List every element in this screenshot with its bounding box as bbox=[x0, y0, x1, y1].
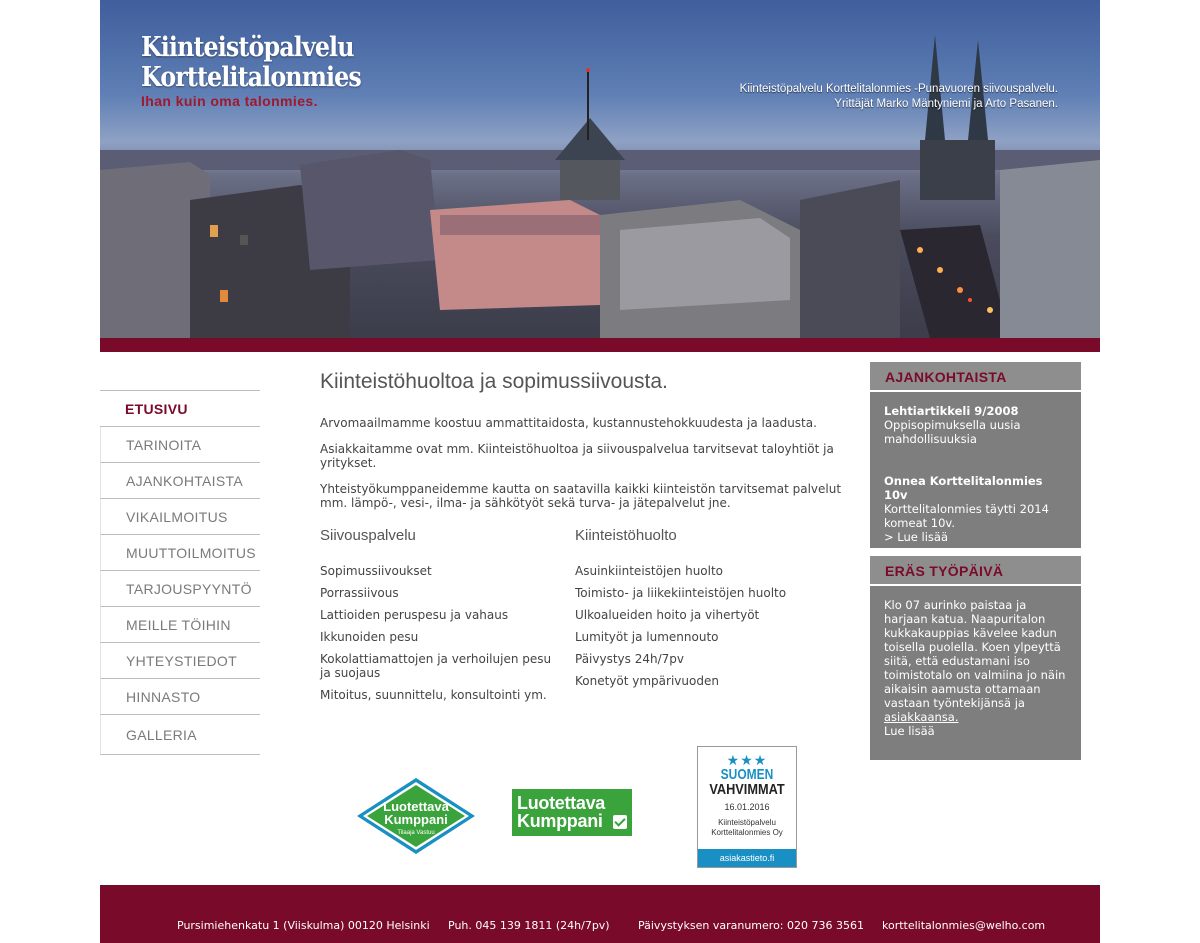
footer-phone: Puh. 045 139 1811 (24h/7pv) bbox=[448, 919, 610, 932]
brand-line-1: Kiinteistöpalvelu bbox=[141, 32, 354, 63]
brand-tagline: Ihan kuin oma talonmies. bbox=[141, 93, 318, 109]
cleaning-services: Siivouspalvelu Sopimussiivoukset Porrass… bbox=[320, 527, 560, 710]
news-item-title: Onnea Korttelitalonmies 10v bbox=[884, 474, 1043, 502]
list-item: Porrassiivous bbox=[320, 586, 399, 600]
badge2-line-2: Kumppani bbox=[517, 811, 603, 831]
footer-email-link[interactable]: korttelitalonmies@welho.com bbox=[882, 919, 1045, 932]
suomen-vahvimmat-certificate[interactable]: ★★★ SUOMEN VAHVIMMAT 16.01.2016 Kiinteis… bbox=[697, 746, 797, 868]
footer-address: Pursimiehenkatu 1 (Viiskulma) 00120 Hels… bbox=[177, 919, 430, 932]
certificate-company: Kiinteistöpalvelu Korttelitalonmies Oy bbox=[711, 818, 783, 837]
workday-box-title: ERÄS TYÖPÄIVÄ bbox=[870, 556, 1081, 586]
nav-item-tarjouspyynto[interactable]: TARJOUSPYYNTÖ bbox=[100, 571, 260, 607]
certificate-line-1: SUOMEN bbox=[720, 766, 774, 783]
checkmark-icon bbox=[613, 815, 627, 829]
read-more-link[interactable]: Lue lisää bbox=[884, 724, 1067, 738]
list-item: Lumityöt ja lumennouto bbox=[575, 630, 719, 644]
header-info-line-1: Kiinteistöpalvelu Korttelitalonmies -Pun… bbox=[739, 83, 1058, 95]
nav-item-vikailmoitus[interactable]: VIKAILMOITUS bbox=[100, 499, 260, 535]
badge1-line-3: Tilaaja Vastuu bbox=[397, 830, 434, 836]
nav-item-hinnasto[interactable]: HINNASTO bbox=[100, 679, 260, 715]
brand-line-2: Korttelitalonmies bbox=[141, 62, 362, 93]
nav-item-yhteystiedot[interactable]: YHTEYSTIEDOT bbox=[100, 643, 260, 679]
maintenance-services: Kiinteistöhuolto Asuinkiinteistöjen huol… bbox=[575, 527, 815, 696]
nav-item-muuttoilmoitus[interactable]: MUUTTOILMOITUS bbox=[100, 535, 260, 571]
header-info: Kiinteistöpalvelu Korttelitalonmies -Pun… bbox=[740, 82, 1058, 112]
list-item: Ikkunoiden pesu bbox=[320, 630, 419, 644]
asiakastieto-footer: asiakastieto.fi bbox=[698, 849, 796, 867]
header-info-line-2: Yrittäjät Marko Mäntyniemi ja Arto Pasan… bbox=[834, 98, 1058, 110]
news-item[interactable]: Onnea Korttelitalonmies 10v Korttelitalo… bbox=[884, 474, 1067, 544]
footer: Pursimiehenkatu 1 (Viiskulma) 00120 Hels… bbox=[100, 885, 1100, 943]
luotettava-kumppani-badge[interactable]: Luotettava Kumppani bbox=[512, 789, 632, 836]
footer-duty-number: Päivystyksen varanumero: 020 736 3561 bbox=[638, 919, 864, 932]
luotettava-kumppani-tilaajavastuu-badge[interactable]: Luotettava Kumppani Tilaaja Vastuu bbox=[355, 776, 477, 856]
certificate-line-2: VAHVIMMAT bbox=[709, 781, 785, 798]
list-item: Mitoitus, suunnittelu, konsultointi ym. bbox=[320, 688, 547, 702]
brand-logo[interactable]: Kiinteistöpalvelu Korttelitalonmies Ihan… bbox=[141, 32, 391, 110]
badge1-line-2: Kumppani bbox=[384, 812, 448, 827]
list-item: Sopimussiivoukset bbox=[320, 564, 432, 578]
news-item-text: Oppisopimuksella uusia mahdollisuuksia bbox=[884, 418, 1021, 446]
list-item: Asuinkiinteistöjen huolto bbox=[575, 564, 724, 578]
header-banner: Kiinteistöpalvelu Korttelitalonmies Ihan… bbox=[100, 0, 1100, 338]
page: Kiinteistöpalvelu Korttelitalonmies Ihan… bbox=[100, 0, 1100, 943]
workday-text: Klo 07 aurinko paistaa ja harjaan katua.… bbox=[884, 598, 1066, 710]
nav-item-etusivu[interactable]: ETUSIVU bbox=[100, 391, 260, 427]
news-box-title: AJANKOHTAISTA bbox=[870, 362, 1081, 392]
news-item[interactable]: Lehtiartikkeli 9/2008 Oppisopimuksella u… bbox=[884, 404, 1067, 446]
main-nav: ETUSIVU TARINOITA AJANKOHTAISTA VIKAILMO… bbox=[100, 390, 260, 755]
list-item: Lattioiden peruspesu ja vahaus bbox=[320, 608, 509, 622]
intro-paragraph-2: Asiakkaitamme ovat mm. Kiinteistöhuoltoa… bbox=[320, 442, 834, 470]
nav-item-tarinoita[interactable]: TARINOITA bbox=[100, 427, 260, 463]
maintenance-services-heading: Kiinteistöhuolto bbox=[575, 527, 677, 544]
list-item: Toimisto- ja liikekiinteistöjen huolto bbox=[575, 586, 787, 600]
news-item-text: Korttelitalonmies täytti 2014 komeat 10v… bbox=[884, 502, 1049, 530]
cleaning-services-heading: Siivouspalvelu bbox=[320, 527, 416, 544]
nav-item-galleria[interactable]: GALLERIA bbox=[100, 715, 260, 755]
stars-icon: ★★★ bbox=[726, 752, 768, 768]
main-content: Kiinteistöhuoltoa ja sopimussiivousta. A… bbox=[320, 370, 845, 702]
certificate-date: 16.01.2016 bbox=[724, 802, 770, 812]
intro-paragraph-3: Yhteistyökumppaneidemme kautta on saatav… bbox=[320, 482, 842, 510]
list-item: Päivystys 24h/7pv bbox=[575, 652, 684, 666]
header-accent-band bbox=[100, 338, 1100, 352]
page-title: Kiinteistöhuoltoa ja sopimussiivousta. bbox=[320, 370, 668, 393]
nav-item-ajankohtaista[interactable]: AJANKOHTAISTA bbox=[100, 463, 260, 499]
nav-item-meille-toihin[interactable]: MEILLE TÖIHIN bbox=[100, 607, 260, 643]
news-box: AJANKOHTAISTA Lehtiartikkeli 9/2008 Oppi… bbox=[870, 362, 1081, 548]
news-item-title: Lehtiartikkeli 9/2008 bbox=[884, 404, 1019, 418]
workday-box: ERÄS TYÖPÄIVÄ Klo 07 aurinko paistaa ja … bbox=[870, 556, 1081, 760]
intro-paragraph-1: Arvomaailmamme koostuu ammattitaidosta, … bbox=[320, 416, 817, 430]
workday-text-underlined: asiakkaansa. bbox=[884, 710, 959, 724]
read-more-link[interactable]: > Lue lisää bbox=[884, 530, 1067, 544]
list-item: Konetyöt ympärivuoden bbox=[575, 674, 719, 688]
list-item: Ulkoalueiden hoito ja vihertyöt bbox=[575, 608, 760, 622]
list-item: Kokolattiamattojen ja verhoilujen pesu j… bbox=[320, 652, 552, 680]
